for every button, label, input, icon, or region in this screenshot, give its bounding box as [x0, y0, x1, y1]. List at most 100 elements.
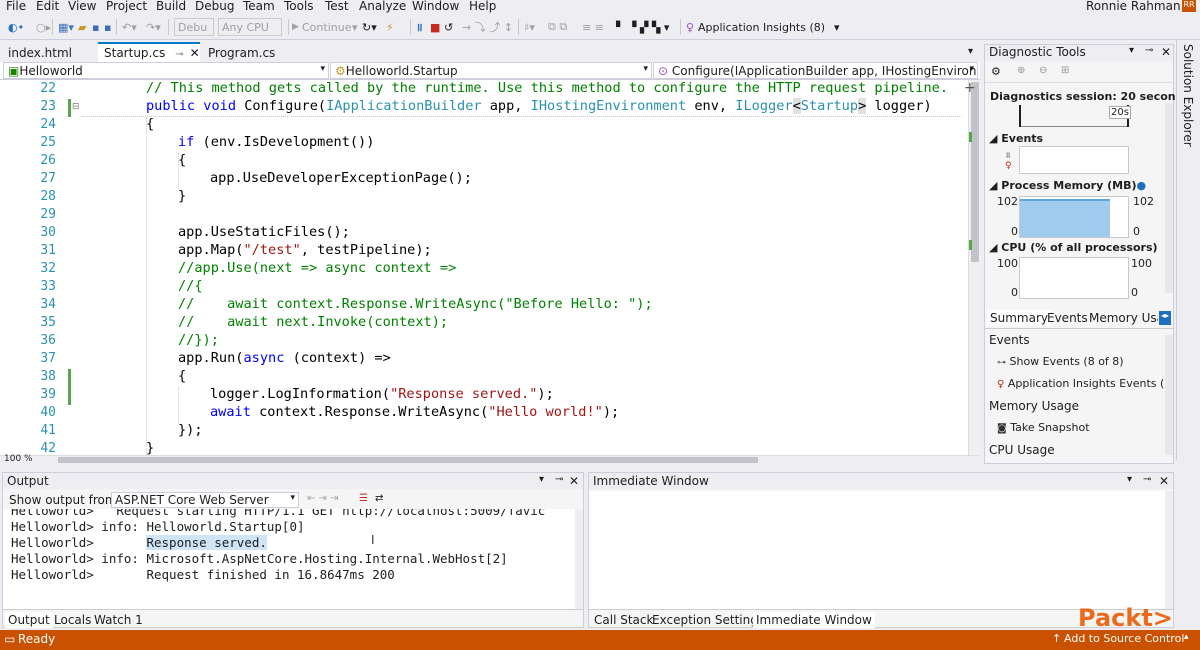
hex-icon[interactable]: ♯▾	[524, 18, 535, 36]
pause-icon[interactable]: ॥	[416, 18, 423, 36]
menu-build[interactable]: Build	[156, 0, 186, 13]
menu-team[interactable]: Team	[243, 0, 275, 13]
pin-icon[interactable]: ⊸	[555, 474, 563, 485]
take-snapshot-button[interactable]: ◙ Take Snapshot	[997, 421, 1090, 434]
bookmark-icons[interactable]: ▘ ▝ ▞ ▚ ▾	[616, 18, 669, 36]
tab-output[interactable]: Output	[5, 612, 53, 628]
menu-tools[interactable]: Tools	[284, 0, 314, 13]
dropdown-icon[interactable]: ▾	[539, 474, 544, 485]
tab-index-html[interactable]: index.html	[2, 44, 78, 62]
menu-file[interactable]: File	[6, 0, 26, 13]
insights-events-link[interactable]: ♀ Application Insights Events (	[997, 377, 1165, 390]
tab-memory-usage[interactable]: Memory Usag	[1086, 310, 1158, 326]
events-timeline[interactable]	[1019, 146, 1129, 174]
events-section-label[interactable]: ◢ Events	[989, 132, 1043, 145]
cpu-section-label[interactable]: ◢ CPU (% of all processors)	[989, 241, 1158, 254]
step-icons[interactable]: → ⤵ ⤴ ↕	[462, 18, 513, 36]
immediate-input[interactable]	[589, 491, 1165, 609]
tab-locals[interactable]: Locals	[51, 612, 94, 628]
configuration-select[interactable]: Debu	[174, 18, 214, 36]
immediate-scrollbar[interactable]	[1165, 491, 1173, 609]
close-icon[interactable]: ✕	[569, 474, 579, 488]
clear-all-icon[interactable]: ☰	[359, 493, 368, 504]
output-scrollbar[interactable]	[575, 509, 583, 609]
zoom-level[interactable]: 100 %	[4, 454, 33, 464]
summary-scrollbar[interactable]	[1165, 335, 1173, 455]
new-project-icon[interactable]: ▦▾	[58, 18, 74, 36]
forward-icon[interactable]: ○▸	[36, 18, 51, 36]
platform-select[interactable]: Any CPU	[218, 18, 282, 36]
menu-edit[interactable]: Edit	[36, 0, 59, 13]
add-to-source-control[interactable]: Add to Source Control	[1064, 632, 1184, 645]
memory-graph[interactable]	[1019, 196, 1129, 238]
menu-window[interactable]: Window	[412, 0, 459, 13]
tab-summary[interactable]: Summary	[987, 310, 1051, 326]
pin-icon[interactable]: ⊸	[175, 49, 183, 60]
stop-icon[interactable]: ■	[430, 18, 440, 36]
tab-immediate-window[interactable]: Immediate Window	[753, 612, 875, 628]
pin-icon[interactable]: ⊸	[1143, 474, 1151, 485]
tab-startup-cs[interactable]: Startup.cs ⊸ ✕	[98, 42, 200, 62]
tab-scroll-icon[interactable]: ◂▸	[1159, 311, 1171, 325]
tab-watch-1[interactable]: Watch 1	[91, 612, 146, 628]
continue-icon[interactable]: ▶	[292, 18, 299, 36]
zoom-out-icon[interactable]: ⊖	[1039, 65, 1047, 76]
user-avatar-icon[interactable]: RR	[1182, 0, 1196, 12]
continue-dropdown-icon[interactable]: ▾	[352, 18, 358, 36]
tab-call-stack[interactable]: Call Stack	[591, 612, 656, 628]
insights-dropdown-icon[interactable]: ▾	[834, 18, 840, 36]
user-name[interactable]: Ronnie Rahman	[1086, 0, 1181, 13]
timeline-ruler[interactable]: 20s	[1019, 105, 1131, 127]
output-text[interactable]: Helloworld> Request starting HTTP/1.1 GE…	[3, 509, 575, 609]
indent-icons[interactable]: ≡ ≡	[582, 18, 604, 36]
class-dropdown[interactable]: ⚙Helloworld.Startup ▾	[330, 62, 652, 79]
menu-analyze[interactable]: Analyze	[359, 0, 406, 13]
close-icon[interactable]: ✕	[190, 46, 200, 60]
browser-link-icon[interactable]: ⚡	[386, 18, 394, 36]
show-events-link[interactable]: ⊶ Show Events (8 of 8)	[997, 355, 1124, 368]
menu-help[interactable]: Help	[469, 0, 496, 13]
refresh-icon[interactable]: ↻▾	[362, 18, 377, 36]
scroll-thumb[interactable]	[58, 457, 758, 463]
open-file-icon[interactable]: ▰	[78, 18, 86, 36]
close-icon[interactable]: ✕	[1161, 45, 1171, 59]
tab-events[interactable]: Events	[1044, 310, 1091, 326]
dropdown-icon[interactable]: ▾	[1127, 474, 1132, 485]
close-icon[interactable]: ✕	[1159, 474, 1169, 488]
split-add-icon[interactable]: +	[964, 80, 976, 96]
editor-vertical-scrollbar[interactable]	[968, 80, 980, 455]
member-dropdown[interactable]: ⊙ Configure(IApplicationBuilder app, IHo…	[653, 62, 978, 79]
tab-exception-settings[interactable]: Exception Settings	[649, 612, 767, 628]
code-editor[interactable]: 22 23 24 25 26 27 28 29 30 31 32 33 34 3…	[0, 80, 968, 455]
chevron-up-icon[interactable]: ▴	[1184, 632, 1189, 642]
scroll-thumb[interactable]	[971, 82, 979, 262]
editor-horizontal-scrollbar[interactable]: 100 %	[0, 454, 980, 465]
tab-program-cs[interactable]: Program.cs	[202, 44, 281, 62]
find-message-icons[interactable]: ⇤ ⇥ ⇥	[307, 493, 339, 504]
solution-explorer-tab[interactable]: Solution Explorer	[1176, 40, 1200, 460]
diagnostic-scrollbar[interactable]	[1165, 103, 1173, 293]
menu-debug[interactable]: Debug	[195, 0, 234, 13]
application-insights-button[interactable]: Application Insights (8)	[698, 18, 825, 36]
menu-test[interactable]: Test	[325, 0, 349, 13]
continue-button[interactable]: Continue	[302, 18, 351, 36]
collapse-icon[interactable]: ⊟	[72, 102, 80, 112]
project-dropdown[interactable]: ▣Helloworld ▾	[3, 62, 329, 79]
reset-zoom-icon[interactable]: ⊞	[1061, 65, 1069, 76]
word-wrap-icon[interactable]: ⇄	[375, 493, 383, 504]
undo-icon[interactable]: ↶▾	[122, 18, 137, 36]
cpu-graph[interactable]	[1019, 257, 1129, 299]
settings-icon[interactable]: ⚙	[991, 65, 1001, 78]
redo-icon[interactable]: ↷▾	[146, 18, 161, 36]
back-icon[interactable]: ◐•	[8, 18, 24, 36]
memory-section-label[interactable]: ◢ Process Memory (MB)●	[989, 179, 1146, 192]
menu-view[interactable]: View	[68, 0, 96, 13]
dropdown-icon[interactable]: ▾	[1129, 45, 1134, 56]
output-source-select[interactable]: ASP.NET Core Web Server ▾	[111, 492, 299, 508]
find-icon[interactable]: ⧉ ⧉	[548, 18, 567, 36]
zoom-in-icon[interactable]: ⊕	[1017, 65, 1025, 76]
restart-icon[interactable]: ↺	[444, 18, 453, 36]
menu-project[interactable]: Project	[106, 0, 147, 13]
pin-icon[interactable]: ⊸	[1145, 45, 1153, 56]
save-icon[interactable]: ▪	[92, 18, 99, 36]
